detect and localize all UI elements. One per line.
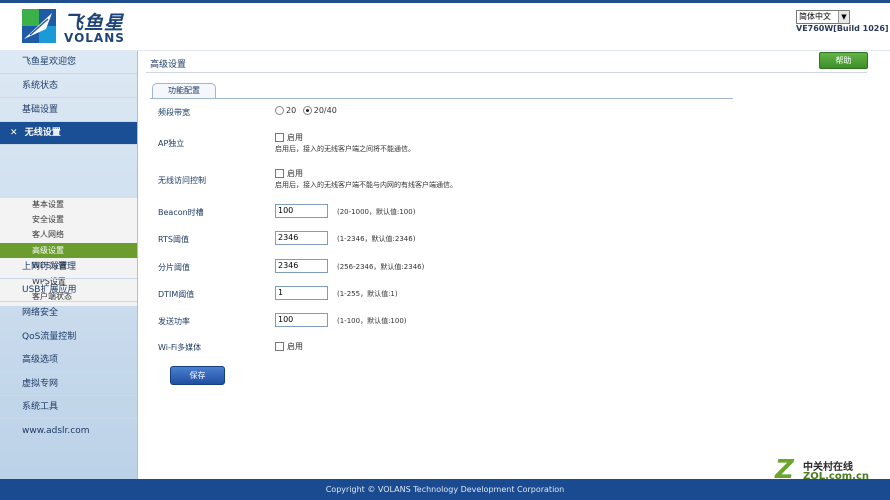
beacon-range: (20-1000，默认值:100) (337, 208, 416, 216)
ap-isolation-note: 启用后，接入的无线客户端之间将不能通信。 (275, 145, 415, 153)
brand-name-en: VOLANS (64, 31, 125, 45)
sidebar-item-system-status[interactable]: 系统状态 (0, 75, 137, 98)
sidebar: 飞鱼星欢迎您 系统状态 基础设置 ✕ 无线设置 基本设置 安全设置 客人网络 高… (0, 51, 138, 479)
sidebar-item-label: 无线设置 (24, 128, 61, 138)
language-select-value: 简体中文 (799, 12, 831, 21)
bandwidth-option-20-40: 20/40 (313, 106, 337, 115)
power-input[interactable]: 100 (275, 313, 328, 327)
rts-label: RTS阈值 (158, 235, 189, 244)
sidebar-item-network-security[interactable]: 网络安全 (0, 302, 137, 325)
rts-range: (1-2346，默认值:2346) (337, 235, 416, 243)
page-title: 高级设置 (150, 60, 187, 70)
sidebar-item-behavior-management[interactable]: 上网行为管理 (0, 256, 137, 279)
sidebar-item-system-tools[interactable]: 系统工具 (0, 396, 137, 419)
dtim-range: (1-255，默认值:1) (337, 290, 398, 298)
sidebar-item-wireless-settings[interactable]: ✕ 无线设置 (0, 122, 137, 145)
sidebar-item-qos[interactable]: QoS流量控制 (0, 326, 137, 349)
sidebar-item-usb[interactable]: USB扩展应用 (0, 279, 137, 302)
header-top-line (0, 0, 890, 3)
bandwidth-radio-20-40[interactable] (302, 106, 312, 115)
sidebar-link-website[interactable]: www.adslr.com (0, 420, 137, 443)
header: 飞鱼星 VOLANS 简体中文 ▼ VE760W[Build 1026] (0, 0, 890, 51)
frag-range: (256-2346，默认值:2346) (337, 263, 425, 271)
power-range: (1-100，默认值:100) (337, 317, 407, 325)
sidebar-item-vpn[interactable]: 虚拟专网 (0, 373, 137, 396)
sidebar-item-advanced-options[interactable]: 高级选项 (0, 349, 137, 372)
save-button[interactable]: 保存 (170, 366, 225, 385)
language-select[interactable]: 简体中文 ▼ (796, 10, 850, 24)
beacon-label: Beacon时槽 (158, 208, 204, 217)
ap-isolation-checkbox-label: 启用 (287, 133, 303, 142)
frag-label: 分片阈值 (158, 263, 190, 272)
tab-function-config[interactable]: 功能配置 (152, 83, 216, 98)
watermark-en: ZOL.com.cn (803, 471, 869, 482)
copyright-text: Copyright © VOLANS Technology Developmen… (325, 485, 565, 494)
tab-divider (150, 98, 733, 99)
wmm-label: Wi-Fi多媒体 (158, 343, 202, 352)
title-divider (146, 72, 867, 73)
zol-watermark: Z 中关村在线 ZOL.com.cn (773, 456, 883, 486)
wireless-access-label: 无线访问控制 (158, 176, 206, 185)
dtim-input[interactable]: 1 (275, 286, 328, 300)
bandwidth-radio-group: 20 20/40 (275, 106, 337, 115)
submenu-item-guest-network[interactable]: 客人网络 (0, 227, 137, 242)
bandwidth-option-20: 20 (286, 106, 297, 115)
footer: Copyright © VOLANS Technology Developmen… (0, 479, 890, 500)
dtim-label: DTIM阈值 (158, 290, 195, 299)
sidebar-item-basic-settings[interactable]: 基础设置 (0, 99, 137, 122)
ap-isolation-label: AP独立 (158, 139, 185, 148)
expanded-icon: ✕ (10, 128, 18, 138)
submenu-item-security[interactable]: 安全设置 (0, 212, 137, 227)
frag-input[interactable]: 2346 (275, 259, 328, 273)
zol-logo-icon: Z (775, 455, 794, 485)
ap-isolation-checkbox[interactable] (275, 133, 284, 142)
power-label: 发送功率 (158, 317, 190, 326)
bandwidth-radio-20[interactable] (275, 106, 284, 115)
rts-input[interactable]: 2346 (275, 231, 328, 245)
volans-logo-icon (22, 9, 56, 43)
sidebar-item-welcome[interactable]: 飞鱼星欢迎您 (0, 51, 137, 74)
build-version: VE760W[Build 1026] (796, 24, 889, 33)
wmm-checkbox-label: 启用 (287, 342, 303, 351)
wireless-access-note: 启用后，接入的无线客户端不能与内网的有线客户端通信。 (275, 181, 457, 189)
wireless-access-option: 启用 (275, 168, 303, 179)
chevron-down-icon: ▼ (838, 11, 849, 23)
wmm-option: 启用 (275, 341, 303, 352)
wireless-access-checkbox-label: 启用 (287, 169, 303, 178)
ap-isolation-option: 启用 (275, 132, 303, 143)
help-button[interactable]: 帮助 (819, 52, 868, 69)
beacon-input[interactable]: 100 (275, 204, 328, 218)
wmm-checkbox[interactable] (275, 342, 284, 351)
wireless-access-checkbox[interactable] (275, 169, 284, 178)
bandwidth-label: 频段带宽 (158, 108, 190, 117)
submenu-item-basic[interactable]: 基本设置 (0, 197, 137, 212)
